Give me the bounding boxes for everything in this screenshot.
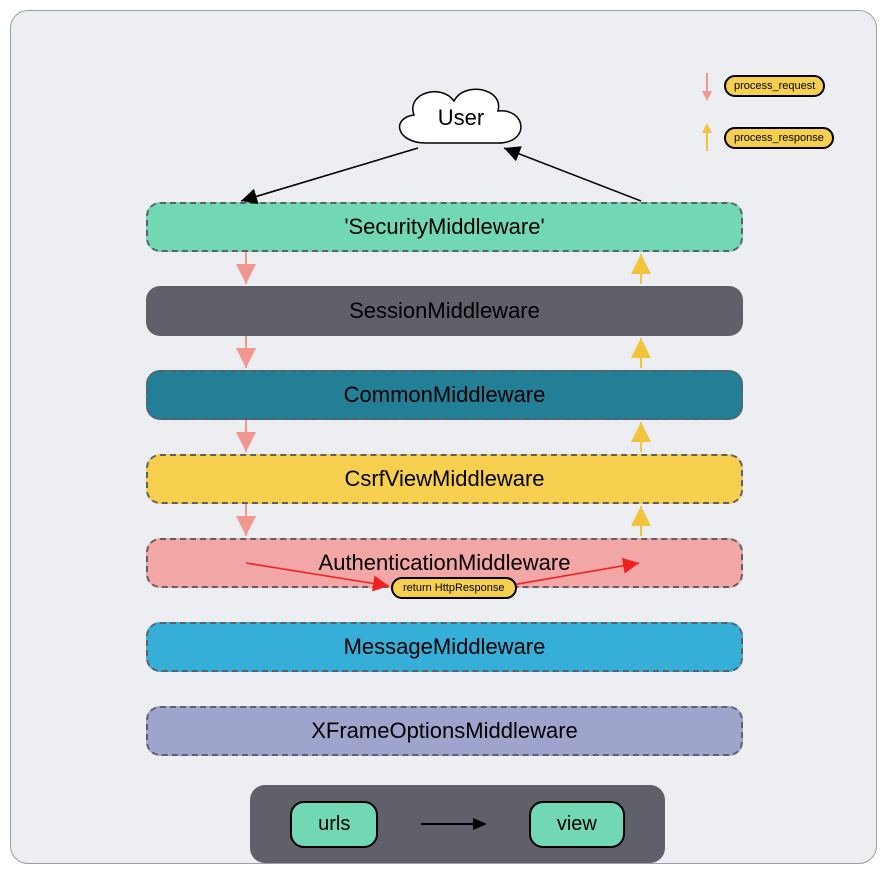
legend-response: process_response [698, 123, 858, 153]
arrow-up-icon [698, 123, 716, 153]
return-httpresponse: return HttpResponse [391, 577, 517, 599]
middleware-label: CommonMiddleware [344, 382, 546, 408]
arrow-right-icon [419, 814, 489, 834]
middleware-bar-1: SessionMiddleware [146, 286, 743, 336]
urls-node: urls [290, 801, 378, 848]
diagram-canvas: User process_request process_response 'S… [10, 10, 877, 864]
middleware-bar-5: MessageMiddleware [146, 622, 743, 672]
arrow-down-icon [698, 71, 716, 101]
middleware-label: 'SecurityMiddleware' [344, 214, 544, 240]
middleware-bar-0: 'SecurityMiddleware' [146, 202, 743, 252]
legend-response-label: process_response [724, 127, 834, 149]
middleware-bar-6: XFrameOptionsMiddleware [146, 706, 743, 756]
user-label: User [438, 105, 484, 131]
view-node: view [529, 801, 625, 848]
middleware-bar-3: CsrfViewMiddleware [146, 454, 743, 504]
middleware-bar-2: CommonMiddleware [146, 370, 743, 420]
middleware-label: MessageMiddleware [344, 634, 546, 660]
legend-request: process_request [698, 71, 858, 101]
middleware-label: AuthenticationMiddleware [319, 550, 571, 576]
middleware-label: SessionMiddleware [349, 298, 540, 324]
middleware-label: CsrfViewMiddleware [344, 466, 544, 492]
user-node: User [396, 83, 526, 153]
legend: process_request process_response [698, 71, 858, 175]
middleware-label: XFrameOptionsMiddleware [311, 718, 578, 744]
bottom-panel: urls view [250, 785, 665, 863]
legend-request-label: process_request [724, 75, 825, 97]
